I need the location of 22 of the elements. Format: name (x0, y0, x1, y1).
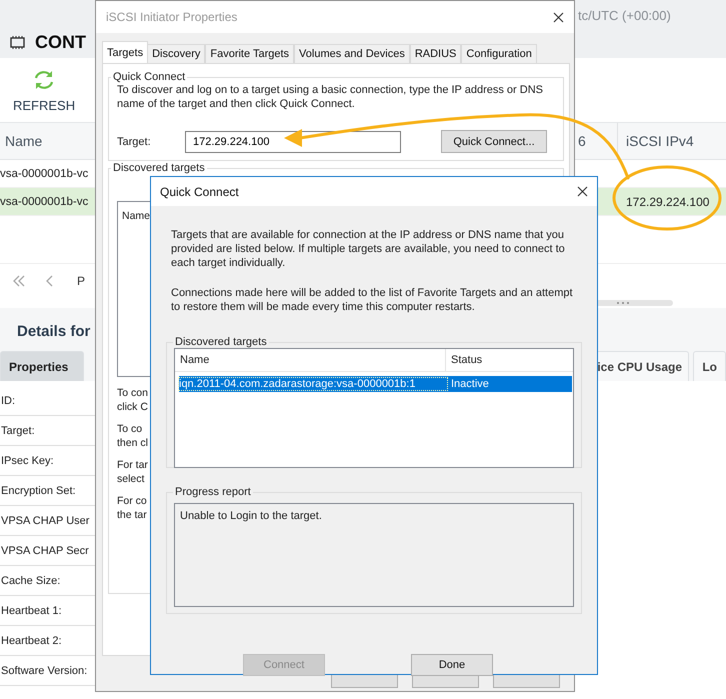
window-title: iSCSI Initiator Properties (106, 10, 238, 24)
help-text: To co then cl (117, 422, 148, 450)
details-title: Details for (16, 323, 90, 342)
instructions-text: To discover and log on to a target using a basic connection, type the IP address or DNS name of the target and then click Quick Connect. (117, 83, 544, 111)
timezone-label: tc/UTC (+00:00) (578, 8, 672, 25)
help-text: To con click C (117, 386, 148, 414)
progress-text: Unable to Login to the target. (174, 503, 574, 607)
group-label: Quick Connect (112, 71, 186, 83)
table-cell-text: vsa-0000001b-vc (0, 168, 90, 180)
info-text: Targets that are available for connection at the IP address or DNS name that you provided are listed below. If multiple targets are available, you need to connect to each target individually. (171, 228, 566, 270)
window-title: Quick Connect (160, 184, 239, 198)
info-text: Connections made here will be added to the list of Favorite Targets and an attempt to restore them will be made every time this computer restarts. (171, 286, 574, 314)
group-label: Progress report (174, 486, 252, 498)
help-text: For co the tar (117, 494, 147, 522)
page-title: CONT (35, 32, 86, 53)
target-label: Target: (117, 136, 152, 148)
pager-label: P (77, 274, 86, 288)
table-cell-text: vsa-0000001b-vc (0, 196, 90, 208)
group-label: Discovered targets (112, 162, 206, 174)
group-label: Discovered targets (174, 336, 268, 348)
table-cell-text: 172.29.224.100 (625, 194, 710, 208)
help-text: For tar select (117, 458, 148, 486)
